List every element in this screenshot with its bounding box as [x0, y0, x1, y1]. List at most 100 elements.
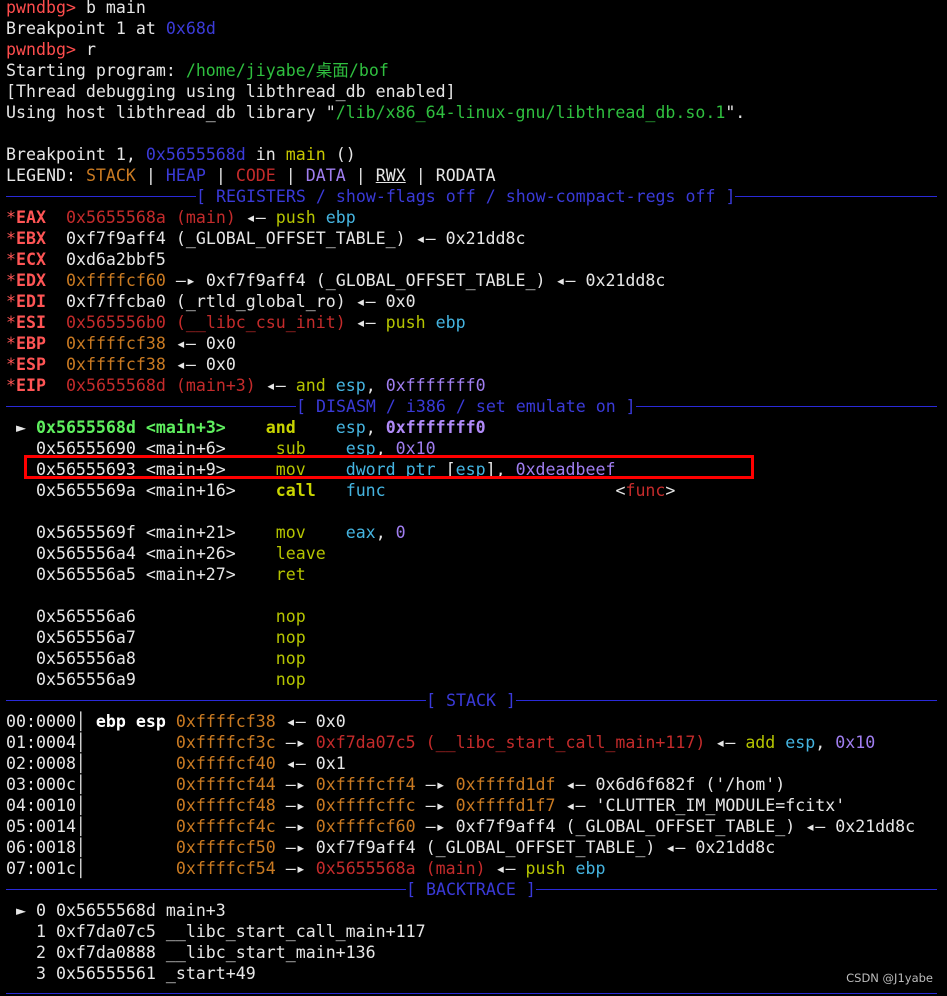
terminal-line: 2 0xf7da0888 __libc_start_main+136 [6, 942, 947, 963]
text-segment: push [525, 859, 566, 878]
text-segment: EBX [16, 229, 46, 248]
terminal-line: 1 0xf7da07c5 __libc_start_call_main+117 [6, 921, 947, 942]
text-segment: * [6, 208, 16, 227]
separator-rule [6, 700, 426, 701]
text-segment: func [345, 481, 386, 500]
terminal-output[interactable]: pwndbg> b main Breakpoint 1 at 0x68d pwndb… [6, 0, 947, 984]
text-segment: * [6, 334, 16, 353]
text-segment: DATA [305, 166, 346, 185]
text-segment [46, 271, 66, 290]
terminal-line: 0x5655569a <main+16> call func <func> [6, 480, 947, 501]
text-segment: 0x565556a8 [6, 649, 276, 668]
text-segment: EIP [16, 376, 46, 395]
text-segment: RODATA [435, 166, 496, 185]
terminal-line: 03:000c│ 0xffffcf44 —▸ 0xffffcff4 —▸ 0xf… [6, 774, 947, 795]
text-segment: * [6, 313, 16, 332]
text-segment: 0xffffcf48 [175, 796, 276, 815]
text-segment: and [295, 376, 326, 395]
terminal-line: *ECX 0xd6a2bbf5 [6, 249, 947, 270]
text-segment: in [245, 145, 286, 164]
text-segment: , [815, 733, 836, 752]
text-segment: ◂— 'CLUTTER_IM_MODULE=fcitx' [555, 796, 846, 815]
text-segment: and [265, 418, 296, 437]
text-segment: 0xffffd1f7 [455, 796, 556, 815]
text-segment: esp [775, 733, 816, 752]
text-segment: < [385, 481, 626, 500]
text-segment: 0x68d [165, 19, 216, 38]
text-segment: 0xf7f9aff4 (_GLOBAL_OFFSET_TABLE_) ◂— 0x… [45, 229, 526, 248]
text-segment: 0x5655568d (main+3) [65, 376, 256, 395]
terminal-line: ► 0 0x5655568d main+3 [6, 900, 947, 921]
text-segment: —▸ [415, 796, 456, 815]
terminal-line: 0x565556a7 nop [6, 627, 947, 648]
separator-rule [6, 406, 296, 407]
text-segment: ◂— [705, 733, 746, 752]
text-segment: * [6, 271, 16, 290]
text-segment: 0x565556a6 [6, 607, 276, 626]
text-segment: ESP [16, 355, 46, 374]
text-segment: —▸ [415, 775, 456, 794]
terminal-line: *EDX 0xffffcf60 —▸ 0xf7f9aff4 (_GLOBAL_O… [6, 270, 947, 291]
text-segment: Starting program: [6, 61, 186, 80]
separator-rule [535, 889, 937, 890]
text-segment: 0xffffcf50 [175, 838, 276, 857]
text-segment: ► 0 0x5655568d main+3 [6, 901, 226, 920]
text-segment: Breakpoint 1, [6, 145, 146, 164]
separator-rule [515, 700, 937, 701]
text-segment: push [385, 313, 426, 332]
text-segment: ◂— [235, 208, 276, 227]
terminal-line: *EDI 0xf7ffcba0 (_rtld_global_ro) ◂— 0x0 [6, 291, 947, 312]
text-segment: main [285, 145, 326, 164]
text-segment: 0xffffcf4c [175, 817, 276, 836]
terminal-line: 06:0018│ 0xffffcf50 —▸ 0xf7f9aff4 (_GLOB… [6, 837, 947, 858]
text-segment: 0x5655568d <main+3> [35, 418, 226, 437]
text-segment: 0x5655568a (main) [65, 208, 236, 227]
text-segment: b main [85, 0, 146, 17]
text-segment: ◂— 0x1 [275, 754, 346, 773]
text-segment: ► [6, 418, 36, 437]
text-segment: —▸ [275, 817, 316, 836]
text-segment: nop [275, 649, 306, 668]
text-segment: * [6, 376, 16, 395]
text-segment: eax [345, 523, 376, 542]
text-segment: | [345, 166, 376, 185]
text-segment: | [205, 166, 236, 185]
terminal-line: 05:0014│ 0xffffcf4c —▸ 0xffffcf60 —▸ 0xf… [6, 816, 947, 837]
text-segment: RWX [375, 166, 406, 185]
terminal-line: [Thread debugging using libthread_db ena… [6, 81, 947, 102]
text-segment: 0xffffcf60 [315, 817, 416, 836]
text-segment: —▸ 0xf7f9aff4 (_GLOBAL_OFFSET_TABLE_) ◂—… [275, 838, 776, 857]
terminal-line: 07:001c│ 0xffffcf54 —▸ 0x5655568a (main)… [6, 858, 947, 879]
text-segment: 2 0xf7da0888 __libc_start_main+136 [6, 943, 376, 962]
text-segment: , [375, 523, 396, 542]
text-segment: 0xffffcf38 [65, 334, 166, 353]
text-segment: 0x5655568d [145, 145, 246, 164]
text-segment [46, 355, 66, 374]
text-segment: 1 0xf7da07c5 __libc_start_call_main+117 [6, 922, 426, 941]
text-segment: 0x565556a9 [6, 670, 276, 689]
text-segment: add [745, 733, 776, 752]
text-segment: ◂— 0x0 [165, 334, 236, 353]
text-segment: EAX [16, 208, 46, 227]
text-segment: 0xffffcff4 [315, 775, 416, 794]
text-segment: 0xfffffff0 [385, 376, 486, 395]
terminal-line: 0x565556a9 nop [6, 669, 947, 690]
text-segment: Breakpoint 1 at [6, 19, 166, 38]
text-segment: 0x5655569a <main+16> [6, 481, 276, 500]
text-segment: 0x5655568a (main) [315, 859, 486, 878]
text-segment: > [665, 481, 676, 500]
text-segment: ◂— [255, 376, 296, 395]
text-segment [166, 712, 176, 731]
text-segment: mov [275, 523, 306, 542]
text-segment: 0x565556a7 [6, 628, 276, 647]
text-segment: ebp esp [95, 712, 166, 731]
text-segment: —▸ [275, 796, 316, 815]
watermark: CSDN @J1yabe [846, 971, 933, 985]
text-segment: CODE [235, 166, 276, 185]
terminal-line: 02:0008│ 0xffffcf40 ◂— 0x1 [6, 753, 947, 774]
text-segment: 00:0000│ [6, 712, 96, 731]
text-segment: 0xd6a2bbf5 [45, 250, 166, 269]
